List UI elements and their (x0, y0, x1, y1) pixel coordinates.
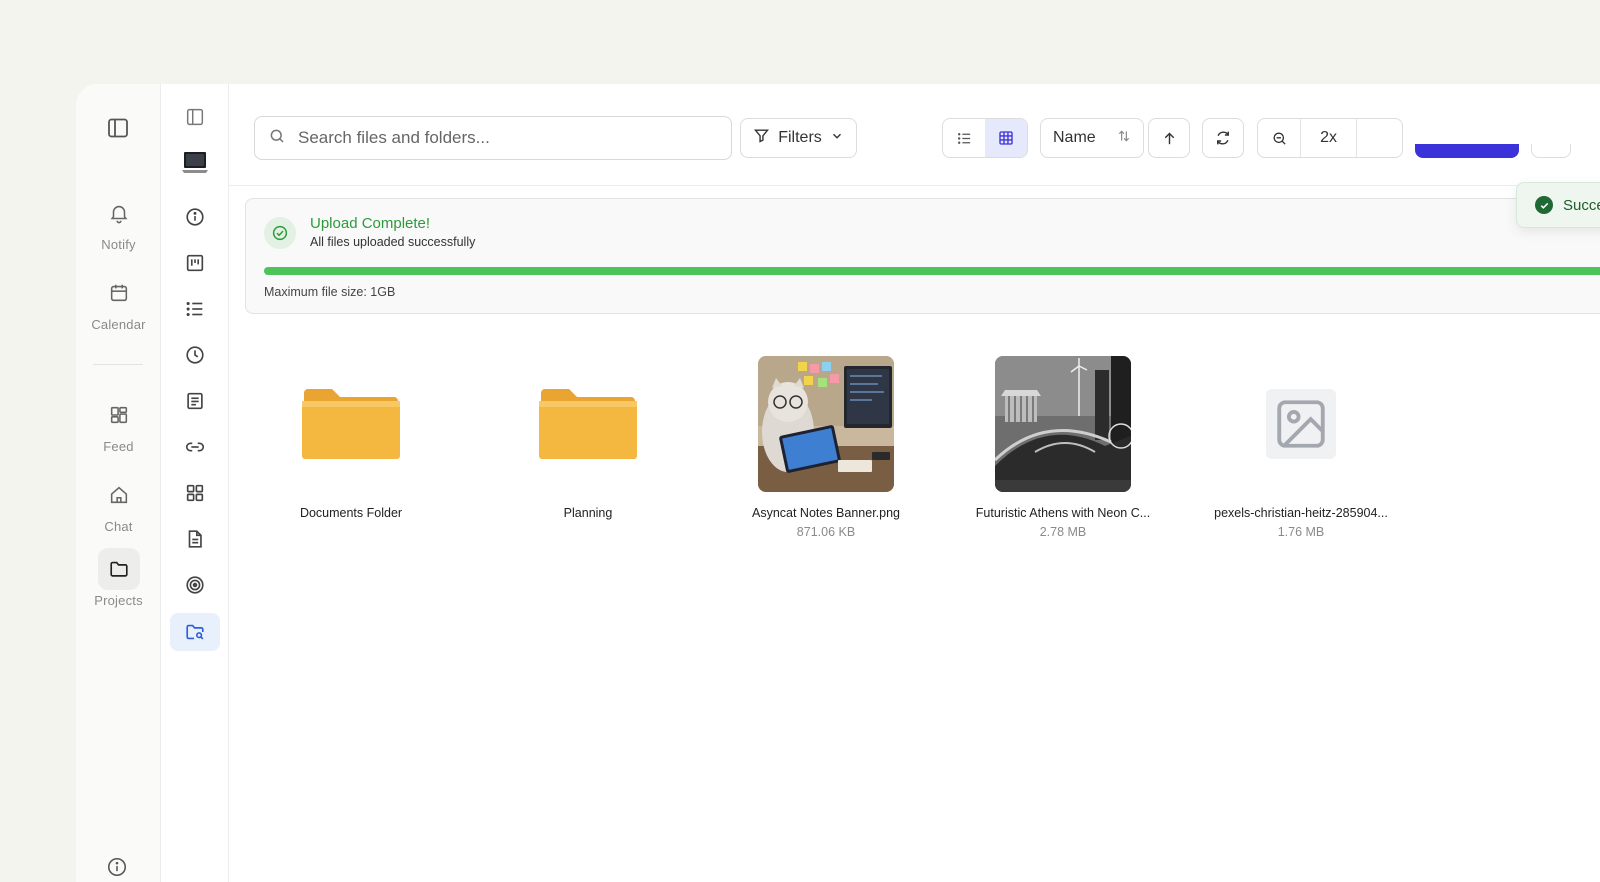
chevron-down-icon (830, 129, 844, 148)
app-window: Notify Calendar Feed Chat Projects Searc… (76, 84, 1600, 882)
sort-direction-button[interactable] (1148, 118, 1190, 158)
list-icon[interactable] (170, 290, 220, 328)
file-name: pexels-christian-heitz-285904... (1214, 506, 1388, 520)
rail-item-projects[interactable]: Projects (76, 548, 161, 608)
rail-item-label: Chat (104, 519, 133, 534)
file-name: Documents Folder (299, 506, 403, 520)
info-circle-icon[interactable] (170, 198, 220, 236)
zoom-in-button[interactable] (1357, 119, 1402, 157)
grid-icon (98, 394, 140, 436)
upload-progress-bar (264, 267, 1600, 275)
file-size: 2.78 MB (1039, 525, 1087, 539)
file-name: Planning (563, 506, 613, 520)
toolbar: Filters Name (229, 84, 1600, 186)
rail-item-label: Feed (103, 439, 134, 454)
file-size: 871.06 KB (796, 525, 856, 539)
grid-view-button[interactable] (985, 119, 1027, 157)
futuristic-athens-image (995, 356, 1131, 492)
max-file-size: Maximum file size: 1GB (264, 285, 396, 299)
file-size: 1.76 MB (1277, 525, 1325, 539)
file-item-pexels-image[interactable]: pexels-christian-heitz-285904... 1.76 MB (1201, 356, 1401, 539)
secondary-sidebar (161, 84, 229, 882)
upload-title: Upload Complete! (310, 215, 431, 232)
clock-icon[interactable] (170, 336, 220, 374)
success-toast: Successfully uploaded 1 (1516, 182, 1600, 228)
apps-grid-icon[interactable] (170, 474, 220, 512)
notes-icon[interactable] (170, 382, 220, 420)
rail-item-label: Notify (101, 237, 136, 252)
rail-item-label: Calendar (91, 317, 146, 332)
search-box[interactable] (254, 116, 732, 160)
sort-arrows-icon (1117, 129, 1131, 148)
cat-with-tablet-image (758, 356, 894, 492)
zoom-control: 2x (1257, 118, 1403, 158)
file-browser: Filters Name (229, 84, 1600, 882)
check-circle-icon (1535, 196, 1553, 214)
image-thumbnail (995, 356, 1131, 492)
rail-item-calendar[interactable]: Calendar (76, 272, 161, 332)
check-circle-icon (264, 217, 296, 249)
search-icon (268, 127, 286, 150)
zoom-level: 2x (1301, 119, 1357, 157)
link-icon[interactable] (170, 428, 220, 466)
upload-status-panel: Upload Complete! All files uploaded succ… (245, 198, 1600, 314)
bell-icon (98, 192, 140, 234)
target-icon[interactable] (170, 566, 220, 604)
rail-item-label: Projects (94, 593, 143, 608)
info-icon[interactable] (106, 856, 130, 880)
file-item-planning[interactable]: Planning (488, 356, 688, 520)
zoom-out-button[interactable] (1258, 119, 1302, 157)
search-input[interactable] (298, 128, 698, 148)
refresh-button[interactable] (1202, 118, 1244, 158)
upload-subtitle: All files uploaded successfully (310, 235, 476, 249)
folder-icon (283, 356, 419, 492)
rail-item-feed[interactable]: Feed (76, 394, 161, 454)
filter-icon (753, 127, 770, 149)
toast-message: Successfully uploaded 1 (1563, 196, 1600, 214)
primary-sidebar: Notify Calendar Feed Chat Projects (76, 84, 161, 882)
view-mode-toggle (942, 118, 1028, 158)
list-view-button[interactable] (943, 119, 985, 157)
file-item-documents-folder[interactable]: Documents Folder (251, 356, 451, 520)
sort-label: Name (1053, 129, 1096, 146)
file-name: Asyncat Notes Banner.png (751, 506, 900, 520)
zoom-out-icon (1273, 132, 1286, 145)
file-name: Futuristic Athens with Neon C... (975, 506, 1151, 520)
rail-item-notify[interactable]: Notify (76, 192, 161, 252)
sidebar-toggle-icon[interactable] (106, 116, 130, 140)
folder-icon (520, 356, 656, 492)
filters-button[interactable]: Filters (740, 118, 857, 158)
project-avatar[interactable] (170, 144, 220, 182)
upload-progress-fill (264, 267, 1600, 275)
file-item-asyncat-banner[interactable]: Asyncat Notes Banner.png 871.06 KB (726, 356, 926, 539)
refresh-icon (1217, 131, 1229, 145)
image-placeholder-icon (1266, 389, 1336, 459)
filters-label: Filters (778, 129, 822, 146)
calendar-icon (98, 272, 140, 314)
rail-divider (93, 364, 143, 365)
image-thumbnail (758, 356, 894, 492)
image-thumbnail (1233, 356, 1369, 492)
rail-item-chat[interactable]: Chat (76, 474, 161, 534)
more-button[interactable] (1531, 144, 1571, 158)
folder-icon (97, 548, 140, 590)
home-icon (98, 474, 140, 516)
upload-button[interactable] (1415, 144, 1519, 158)
kanban-icon[interactable] (170, 244, 220, 282)
sort-select[interactable]: Name (1040, 118, 1144, 158)
panel-toggle-icon[interactable] (170, 98, 220, 136)
file-item-futuristic-athens[interactable]: Futuristic Athens with Neon C... 2.78 MB (963, 356, 1163, 539)
document-icon[interactable] (170, 520, 220, 558)
files-folder-icon[interactable] (170, 613, 220, 651)
arrow-up-icon (1164, 132, 1174, 144)
